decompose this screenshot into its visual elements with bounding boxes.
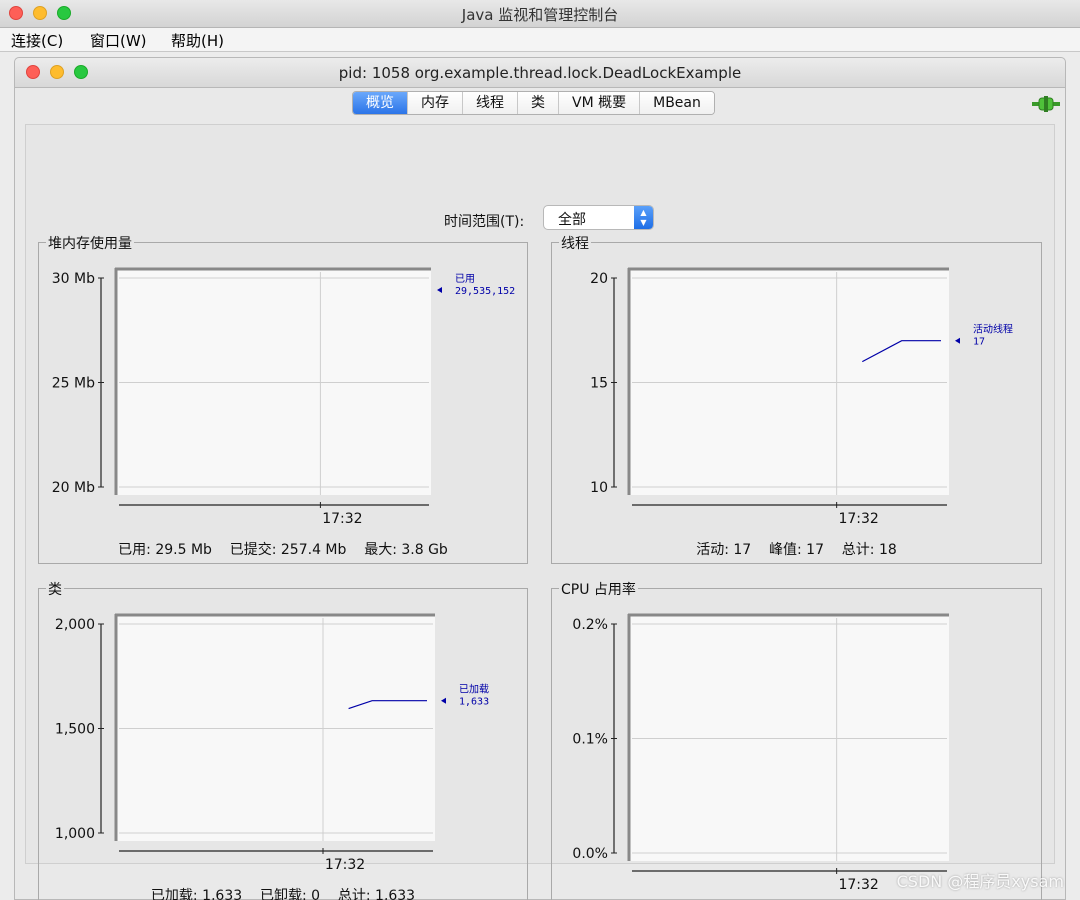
menu-window[interactable]: 窗口(W) <box>90 30 147 51</box>
x-tick-label: 17:32 <box>838 511 878 527</box>
tab-mbean[interactable]: MBean <box>640 92 714 114</box>
y-tick-label: 0.2% <box>572 617 608 633</box>
threads-panel: 线程 10 15 20 17:32 活动线程 17 活动: 17 峰值: 17 总计: 1… <box>551 233 1042 564</box>
classes-chart: 1,000 1,500 2,000 17:32 已加载1,633 <box>55 613 489 873</box>
y-tick-label: 10 <box>590 480 608 496</box>
series-marker <box>437 287 442 293</box>
connection-plug-icon[interactable] <box>1032 96 1060 112</box>
tab-memory[interactable]: 内存 <box>408 92 463 114</box>
series-name-label: 已加载 <box>459 684 489 696</box>
heap-chart: 20 Mb 25 Mb 30 Mb 17:32 已用29,535,152 <box>52 267 515 527</box>
y-tick-label: 30 Mb <box>52 271 95 287</box>
heap-stats: 已用: 29.5 Mb 已提交: 257.4 Mb 最大: 3.8 Gb <box>118 542 448 558</box>
plot-area <box>115 268 431 495</box>
x-tick-label: 17:32 <box>322 511 362 527</box>
y-tick-label: 1,500 <box>55 722 95 738</box>
heap-memory-panel: 堆内存使用量 20 Mb 25 Mb 30 Mb 17:32 已用 29,535,152 … <box>38 233 528 564</box>
series-marker <box>441 697 446 704</box>
time-range-select[interactable]: 全部 ▲ ▼ <box>543 205 654 230</box>
tab-threads[interactable]: 线程 <box>463 92 518 114</box>
connection-window: pid: 1058 org.example.thread.lock.DeadLo… <box>14 57 1066 900</box>
plot-area <box>628 268 949 495</box>
plot-area <box>628 614 949 861</box>
threads-stats: 活动: 17 峰值: 17 总计: 18 <box>696 542 897 558</box>
y-tick-label: 20 Mb <box>52 480 95 496</box>
series-value-label: 1,633 <box>459 697 489 708</box>
series-value-label: 29,535,152 <box>455 286 515 297</box>
x-tick-label: 17:32 <box>838 877 878 889</box>
tab-vm-summary[interactable]: VM 概要 <box>559 92 641 114</box>
cpu-chart: 0.0% 0.1% 0.2% 17:32 <box>572 613 949 889</box>
overview-content: 时间范围(T): 全部 ▲ ▼ 堆内存使用量 20 Mb 25 Mb 30 Mb 17:… <box>25 124 1055 900</box>
classes-stats: 已加载: 1,633 已卸载: 0 总计: 1,633 <box>150 888 416 900</box>
classes-panel: 类 1,000 1,500 2,000 17:32 已加载 1,633 已加载: 1,63… <box>38 579 528 900</box>
threads-chart: 10 15 20 17:32 活动线程17 <box>590 267 1013 527</box>
chevron-updown-icon: ▲ ▼ <box>634 206 653 229</box>
y-tick-label: 20 <box>590 271 608 287</box>
series-marker <box>955 337 960 344</box>
y-tick-label: 1,000 <box>55 826 95 842</box>
series-value-label: 17 <box>973 337 985 348</box>
cpu-panel: CPU 占用率 0.0% 0.1% 0.2% 17:32 <box>551 579 1042 900</box>
series-name-label: 活动线程 <box>973 323 1013 336</box>
window-titlebar: Java 监视和管理控制台 <box>0 0 1080 28</box>
series-name-label: 已用 <box>455 274 475 285</box>
y-tick-label: 25 Mb <box>52 376 95 392</box>
connection-title: pid: 1058 org.example.thread.lock.DeadLo… <box>338 64 742 82</box>
time-range-label: 时间范围(T): <box>444 214 525 230</box>
menu-connect[interactable]: 连接(C) <box>11 30 63 51</box>
menu-help[interactable]: 帮助(H) <box>171 30 224 51</box>
plot-area <box>115 614 435 841</box>
watermark: CSDN @程序员xysam <box>896 872 1064 891</box>
y-tick-label: 15 <box>590 376 608 392</box>
time-range-value: 全部 <box>558 212 586 228</box>
menu-bar: 连接(C) 窗口(W) 帮助(H) <box>0 28 1080 52</box>
tab-overview[interactable]: 概览 <box>353 92 408 114</box>
app-title: Java 监视和管理控制台 <box>461 6 619 24</box>
tab-bar: 概览 内存 线程 类 VM 概要 MBean <box>352 91 715 115</box>
y-tick-label: 0.0% <box>572 846 608 862</box>
y-tick-label: 2,000 <box>55 617 95 633</box>
tab-classes[interactable]: 类 <box>518 92 559 114</box>
y-tick-label: 0.1% <box>572 732 608 748</box>
connection-titlebar: pid: 1058 org.example.thread.lock.DeadLo… <box>15 58 1065 88</box>
x-tick-label: 17:32 <box>325 857 365 873</box>
